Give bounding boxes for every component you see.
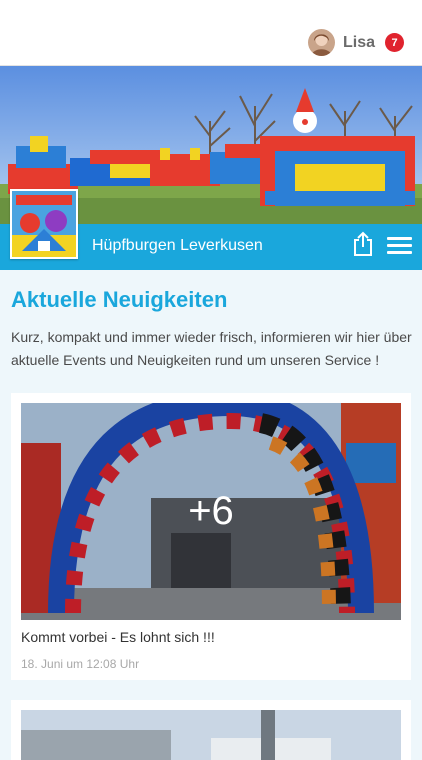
news-intro: Kurz, kompakt und immer wieder frisch, i… bbox=[11, 329, 412, 368]
news-post-image[interactable]: +6 bbox=[21, 403, 401, 620]
top-bar: Lisa 7 bbox=[0, 0, 422, 66]
page-title: Aktuelle Neuigkeiten bbox=[11, 287, 228, 312]
news-post-image[interactable] bbox=[21, 710, 401, 760]
notification-badge[interactable]: 7 bbox=[385, 33, 404, 52]
hamburger-menu-icon[interactable] bbox=[387, 237, 412, 255]
more-images-count[interactable]: +6 bbox=[21, 403, 401, 620]
user-profile[interactable]: Lisa 7 bbox=[307, 29, 404, 56]
brand-name[interactable]: Hüpfburgen Leverkusen bbox=[92, 237, 263, 255]
user-name[interactable]: Lisa bbox=[343, 34, 375, 52]
news-post-card[interactable]: +6 Kommt vorbei - Es lohnt sich !!! 18. … bbox=[11, 393, 411, 680]
news-post-date: 18. Juni um 12:08 Uhr bbox=[21, 657, 140, 671]
share-icon[interactable] bbox=[352, 231, 374, 257]
news-post-title[interactable]: Kommt vorbei - Es lohnt sich !!! bbox=[21, 629, 215, 645]
brand-logo bbox=[10, 189, 78, 259]
news-post-card[interactable] bbox=[11, 700, 411, 760]
user-avatar-icon[interactable] bbox=[307, 29, 335, 56]
